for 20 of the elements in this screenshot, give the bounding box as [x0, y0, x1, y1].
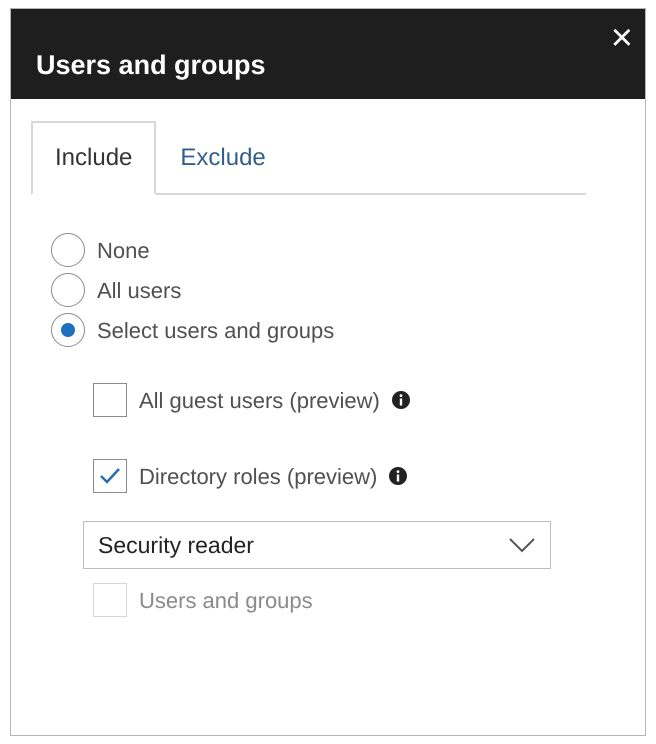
checkbox-label: Users and groups	[139, 586, 313, 615]
radio-label: Select users and groups	[97, 316, 334, 345]
close-button[interactable]: ×	[610, 19, 633, 57]
dropdown[interactable]: Security reader	[83, 521, 551, 569]
checkbox-label: Directory roles (preview)	[139, 462, 378, 491]
radio-label: None	[97, 236, 150, 264]
checkmark-icon	[99, 467, 121, 485]
info-icon[interactable]	[389, 467, 408, 485]
tab[interactable]: Exclude	[156, 121, 290, 195]
checkbox[interactable]	[93, 383, 127, 417]
radio-button[interactable]	[51, 233, 85, 267]
radio-button[interactable]	[51, 273, 85, 307]
chevron-down-icon	[508, 537, 536, 553]
info-icon[interactable]	[392, 391, 410, 409]
window-title: Users and groups	[36, 49, 266, 82]
checkbox[interactable]	[93, 459, 127, 493]
tab[interactable]: Include	[31, 121, 156, 195]
checkbox-label: All guest users (preview)	[139, 386, 380, 415]
radio-button[interactable]	[51, 313, 85, 347]
radio-label: All users	[97, 276, 182, 304]
